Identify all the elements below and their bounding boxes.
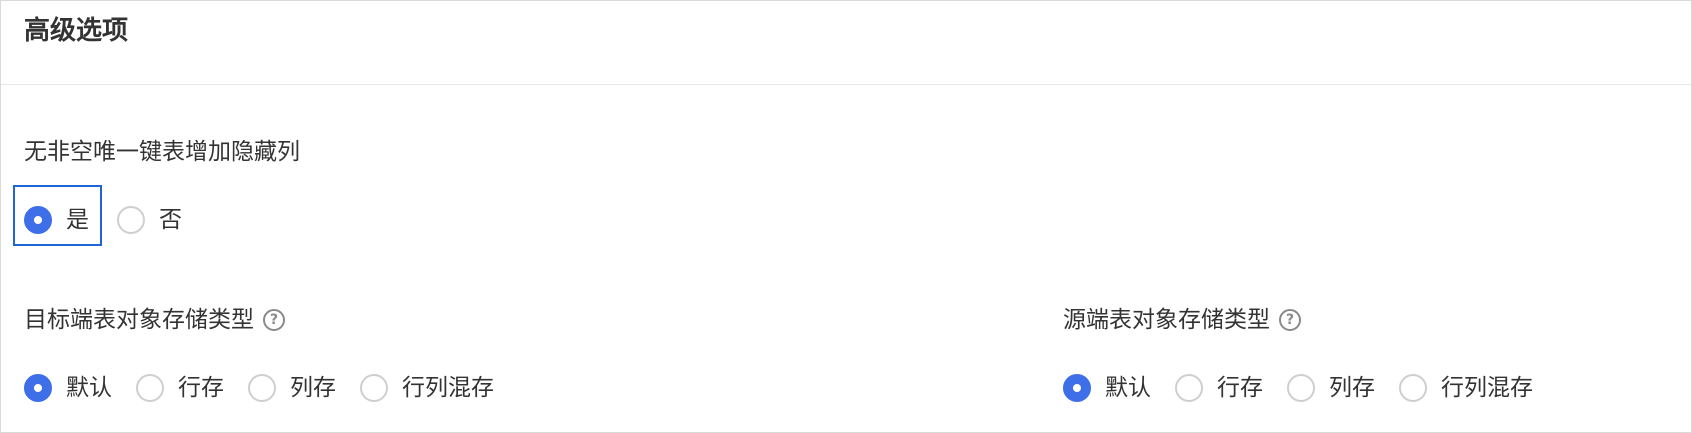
hidden-column-label: 无非空唯一键表增加隐藏列 [24,136,300,168]
target-radio-row[interactable]: 行存 [136,368,224,408]
radio-column[interactable] [1287,374,1315,402]
radio-yes-checked[interactable] [24,206,52,234]
source-radio-label-row: 行存 [1217,375,1263,401]
source-storage-radio-group: 默认 行存 列存 行列混存 [1063,368,1557,408]
target-radio-hybrid[interactable]: 行列混存 [360,368,494,408]
source-radio-label-hybrid: 行列混存 [1441,375,1533,401]
source-radio-hybrid[interactable]: 行列混存 [1399,368,1533,408]
radio-row[interactable] [136,374,164,402]
target-radio-label-default: 默认 [66,375,112,401]
target-storage-label-text: 目标端表对象存储类型 [24,307,254,333]
radio-hybrid[interactable] [1399,374,1427,402]
target-radio-default[interactable]: 默认 [24,368,112,408]
source-radio-label-column: 列存 [1329,375,1375,401]
help-icon[interactable]: ? [263,309,285,331]
target-radio-label-row: 行存 [178,375,224,401]
source-radio-default[interactable]: 默认 [1063,368,1151,408]
radio-hybrid[interactable] [360,374,388,402]
radio-label-yes: 是 [66,207,89,233]
radio-label-no: 否 [159,207,182,233]
hidden-column-radio-group: 是 否 [24,200,206,240]
radio-column[interactable] [248,374,276,402]
target-radio-column[interactable]: 列存 [248,368,336,408]
target-radio-label-hybrid: 行列混存 [402,375,494,401]
advanced-options-panel: 高级选项 无非空唯一键表增加隐藏列 是 否 目标端表对象存储类型 ? 默认 行存 [0,0,1692,433]
hidden-column-label-text: 无非空唯一键表增加隐藏列 [24,139,300,165]
source-radio-label-default: 默认 [1105,375,1151,401]
source-radio-row[interactable]: 行存 [1175,368,1263,408]
source-storage-label-text: 源端表对象存储类型 [1063,307,1270,333]
radio-option-yes[interactable]: 是 [24,200,89,240]
panel-header: 高级选项 [1,1,1691,85]
help-icon[interactable]: ? [1279,309,1301,331]
radio-row[interactable] [1175,374,1203,402]
target-storage-radio-group: 默认 行存 列存 行列混存 [24,368,518,408]
target-storage-label: 目标端表对象存储类型 ? [24,304,285,336]
target-radio-label-column: 列存 [290,375,336,401]
radio-no[interactable] [117,206,145,234]
radio-default-checked[interactable] [1063,374,1091,402]
radio-default-checked[interactable] [24,374,52,402]
source-storage-label: 源端表对象存储类型 ? [1063,304,1301,336]
radio-option-no[interactable]: 否 [117,200,182,240]
panel-title: 高级选项 [24,16,129,46]
source-radio-column[interactable]: 列存 [1287,368,1375,408]
